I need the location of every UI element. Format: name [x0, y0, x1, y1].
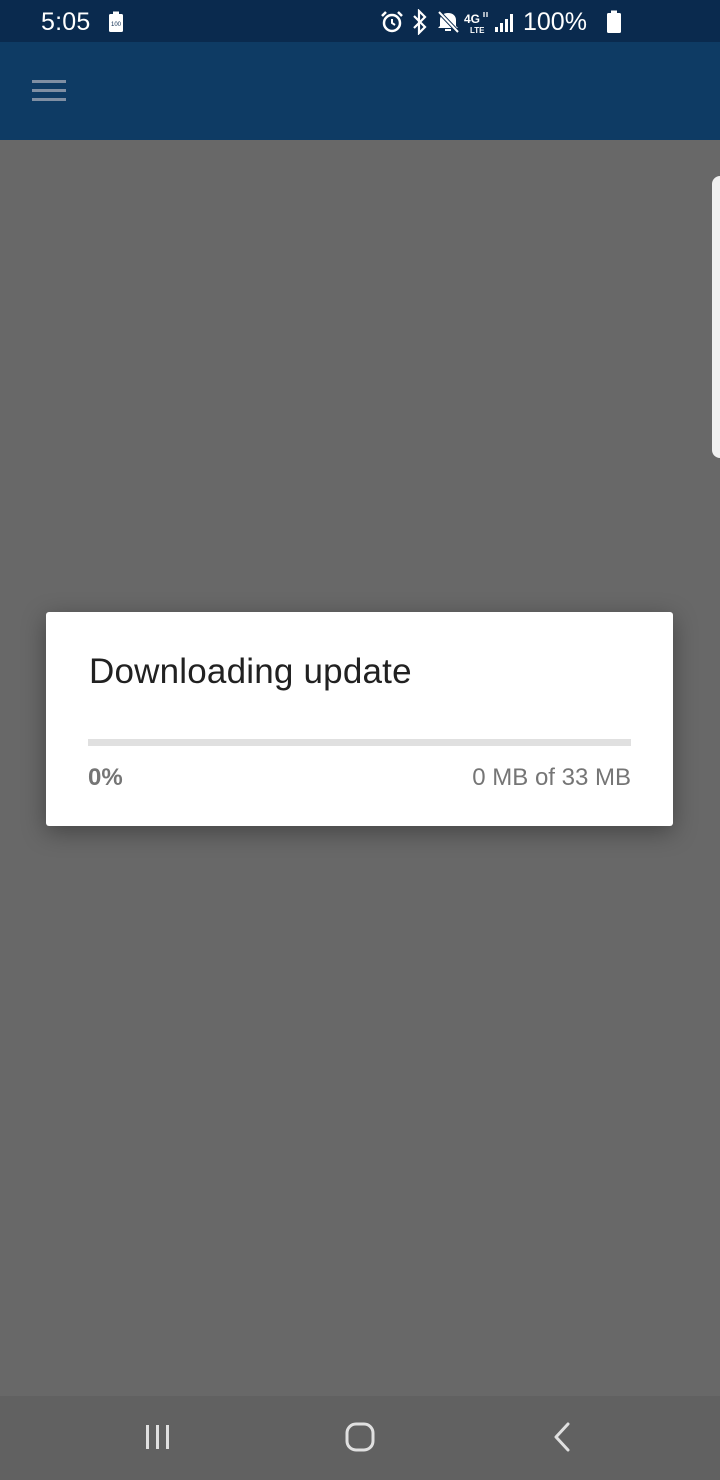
dialog-title: Downloading update — [89, 652, 412, 691]
svg-text:LTE: LTE — [470, 26, 485, 35]
battery-saver-icon: 100 — [108, 11, 124, 38]
status-time: 5:05 — [41, 8, 91, 36]
scroll-handle[interactable] — [712, 176, 720, 458]
mute-icon — [437, 10, 460, 34]
status-bar: 5:05 100 4G LTE 100% — [0, 0, 720, 42]
status-icons: 4G LTE 100% — [380, 7, 680, 37]
download-dialog: Downloading update 0% 0 MB of 33 MB — [46, 612, 673, 826]
progress-percent: 0% — [88, 764, 123, 791]
alarm-icon — [381, 11, 403, 33]
home-icon[interactable] — [336, 1418, 384, 1458]
hamburger-menu-icon[interactable] — [26, 71, 72, 111]
navigation-bar — [0, 1396, 720, 1480]
progress-bar — [88, 739, 631, 746]
svg-text:4G: 4G — [464, 12, 480, 26]
battery-icon — [607, 10, 621, 33]
recent-apps-icon[interactable] — [134, 1418, 182, 1458]
signal-icon — [495, 14, 513, 32]
svg-text:100: 100 — [111, 22, 122, 28]
battery-percent: 100% — [523, 8, 587, 36]
progress-size: 0 MB of 33 MB — [472, 764, 631, 791]
back-icon[interactable] — [538, 1418, 586, 1458]
bluetooth-icon — [413, 9, 427, 35]
app-bar — [0, 42, 720, 140]
4g-lte-icon: 4G LTE — [464, 12, 488, 35]
